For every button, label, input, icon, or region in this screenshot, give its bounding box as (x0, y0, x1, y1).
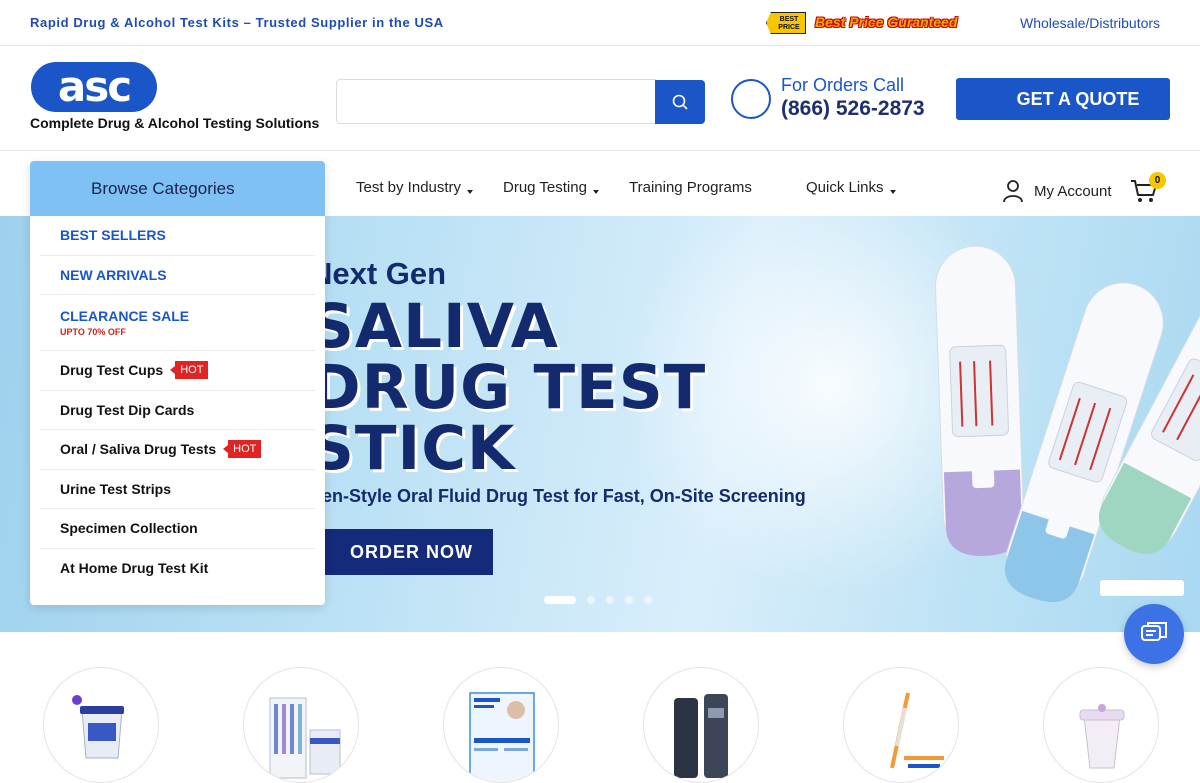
category-label: CLEARANCE SALE (60, 308, 190, 324)
saliva-test-flyer-image (469, 692, 535, 782)
nav-label: Training Programs (629, 179, 752, 196)
category-label: NEW ARRIVALS (60, 266, 167, 283)
site-header: asc Complete Drug & Alcohol Testing Solu… (0, 47, 1200, 151)
category-label-row: Oral / Saliva Drug Tests HOT (60, 440, 315, 459)
nav-label: Test by Industry (356, 179, 462, 196)
best-price-badge-icon: BEST PRICE (766, 12, 806, 34)
chat-icon (1141, 622, 1167, 641)
category-label: At Home Drug Test Kit (60, 560, 209, 577)
hero-description: Pen-Style Oral Fluid Drug Test for Fast,… (310, 486, 806, 506)
category-label-row: Drug Test Cups HOT (60, 361, 315, 380)
category-drug-test-dip-cards[interactable]: Drug Test Dip Cards (40, 391, 315, 430)
my-account-link[interactable]: My Account (1002, 176, 1112, 206)
logo-text: asc (58, 62, 130, 111)
search-icon (672, 94, 688, 110)
nav-label: Quick Links (806, 179, 884, 196)
nav-test-by-industry[interactable]: Test by Industry (356, 179, 474, 196)
my-account-label: My Account (1034, 182, 1112, 200)
nav-drug-testing[interactable]: Drug Testing (503, 179, 599, 196)
cart-count-badge: 0 (1149, 172, 1166, 189)
slider-dot-5[interactable] (644, 596, 652, 604)
drug-test-cup-image (72, 695, 124, 759)
user-icon (1003, 180, 1023, 203)
wholesale-link[interactable]: Wholesale/Distributors (1020, 15, 1160, 31)
top-tagline: Rapid Drug & Alcohol Test Kits – Trusted… (30, 15, 444, 30)
category-label: Oral / Saliva Drug Tests (60, 441, 217, 458)
dip-card-image (269, 697, 341, 779)
slider-dots (544, 596, 652, 604)
saliva-test-stick-image (934, 245, 1200, 603)
nav-training-programs[interactable]: Training Programs (629, 179, 752, 196)
category-oral-saliva-drug-tests[interactable]: Oral / Saliva Drug Tests HOT (40, 430, 315, 470)
clearance-discount-label: UPTO 70% OFF (60, 327, 126, 337)
asc-logo[interactable]: asc (30, 61, 158, 113)
category-label: Drug Test Cups (60, 362, 164, 379)
slider-dot-3[interactable] (606, 596, 614, 604)
category-urine-test-strips[interactable]: Urine Test Strips (40, 470, 315, 509)
order-now-button[interactable]: ORDER NOW (310, 529, 493, 575)
top-bar: Rapid Drug & Alcohol Test Kits – Trusted… (0, 0, 1200, 46)
browse-categories-header[interactable]: Browse Categories (30, 161, 325, 216)
product-circle-saliva-test[interactable] (443, 667, 559, 783)
test-strip-image (890, 692, 944, 769)
category-label: Specimen Collection (60, 520, 198, 537)
category-list: BEST SELLERS NEW ARRIVALS CLEARANCE SALE… (30, 216, 325, 588)
category-best-sellers[interactable]: BEST SELLERS (40, 216, 315, 256)
orders-call-label: For Orders Call (781, 75, 905, 95)
category-label: BEST SELLERS (60, 227, 166, 244)
search-input[interactable] (336, 79, 656, 124)
hero-line-3: STICK (310, 413, 516, 484)
caret-down-icon (467, 190, 474, 194)
hero-subtitle: Next Gen (310, 256, 447, 291)
hot-badge: HOT (170, 361, 209, 380)
product-circle-test-strip[interactable] (843, 667, 959, 783)
phone-number[interactable]: (866) 526-2873 (781, 97, 925, 121)
category-label: Urine Test Strips (60, 480, 171, 497)
get-quote-button[interactable]: GET A QUOTE (956, 78, 1170, 120)
product-circle-drug-cup[interactable] (43, 667, 159, 783)
chat-button[interactable] (1124, 604, 1184, 664)
category-drug-test-cups[interactable]: Drug Test Cups HOT (40, 351, 315, 391)
category-specimen-collection[interactable]: Specimen Collection (40, 509, 315, 549)
category-clearance-sale[interactable]: CLEARANCE SALE UPTO 70% OFF (40, 295, 315, 351)
chat-greeting-bubble[interactable] (1100, 580, 1184, 596)
product-circle-breathalyzer[interactable] (643, 667, 759, 783)
caret-down-icon (889, 190, 896, 194)
product-circle-dip-card[interactable] (243, 667, 359, 783)
nav-quick-links[interactable]: Quick Links (806, 179, 896, 196)
hot-badge: HOT (223, 440, 262, 459)
nav-label: Drug Testing (503, 179, 587, 196)
slider-dot-2[interactable] (587, 596, 595, 604)
logo-tagline: Complete Drug & Alcohol Testing Solution… (30, 115, 320, 131)
slider-dot-1[interactable] (544, 596, 576, 604)
category-label: Drug Test Dip Cards (60, 401, 195, 418)
browse-categories-menu: Browse Categories BEST SELLERS NEW ARRIV… (30, 161, 325, 605)
search-button[interactable] (655, 80, 705, 124)
breathalyzer-image (674, 694, 728, 778)
caret-down-icon (592, 190, 599, 194)
slider-dot-4[interactable] (625, 596, 633, 604)
best-price-text: Best Price Guranteed (815, 14, 958, 30)
phone-icon (731, 79, 771, 119)
product-circle-specimen-collection[interactable] (1043, 667, 1159, 783)
category-new-arrivals[interactable]: NEW ARRIVALS (40, 256, 315, 295)
category-at-home-drug-test-kit[interactable]: At Home Drug Test Kit (40, 549, 315, 589)
product-category-row (0, 632, 1200, 783)
specimen-collection-image (1079, 704, 1125, 769)
